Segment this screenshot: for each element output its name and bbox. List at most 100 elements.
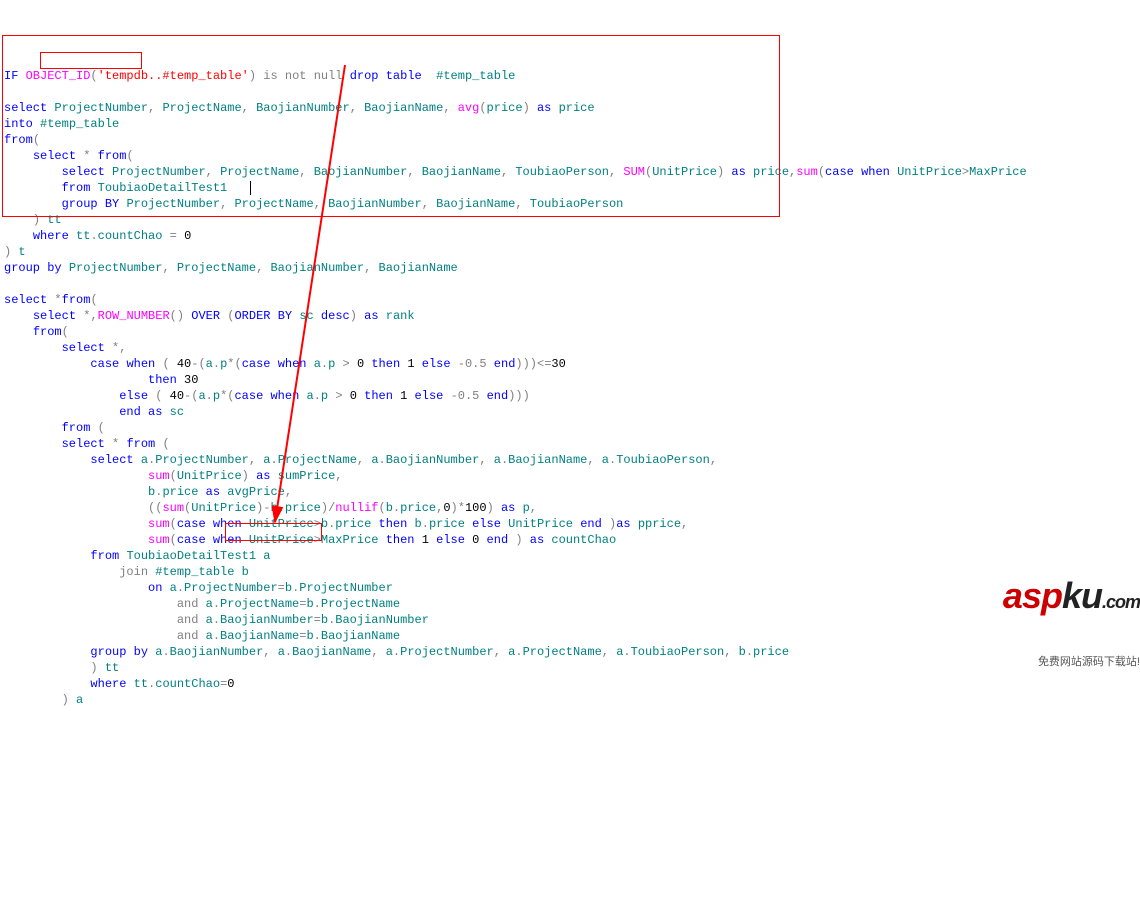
id: b [306, 629, 313, 643]
id: BaojianName [321, 629, 400, 643]
id: p [328, 357, 335, 371]
num: 1 [422, 533, 429, 547]
p: ) [90, 661, 97, 675]
id: MaxPrice [969, 165, 1027, 179]
kw: end [580, 517, 602, 531]
fn: sum [162, 501, 184, 515]
logo-asp: asp [1003, 575, 1062, 616]
op: *( [227, 357, 241, 371]
num: 0 [184, 229, 191, 243]
kw: from [62, 421, 91, 435]
id: UnitPrice [177, 469, 242, 483]
id: price [429, 517, 465, 531]
fn: sum [796, 165, 818, 179]
p: ) [487, 501, 494, 515]
id: BaojianName [364, 101, 443, 115]
kw: end [119, 405, 141, 419]
logo-com: .com [1102, 592, 1140, 612]
p: ( [479, 101, 486, 115]
op: > [314, 533, 321, 547]
id: BaojianNumber [314, 165, 408, 179]
id: countChao [98, 229, 163, 243]
id: a [602, 453, 609, 467]
kw: case [90, 357, 119, 371]
c: , [90, 309, 97, 323]
op: )/ [321, 501, 335, 515]
id: UnitPrice [652, 165, 717, 179]
id: price [753, 645, 789, 659]
kw: else [119, 389, 148, 403]
kw: from [62, 181, 91, 195]
id: #temp_table [155, 565, 234, 579]
p: ( [379, 501, 386, 515]
id: #temp_table [436, 69, 515, 83]
id: t [18, 245, 25, 259]
num: 0 [357, 357, 364, 371]
op: > [962, 165, 969, 179]
fn: sum [148, 517, 170, 531]
kw: as [616, 517, 630, 531]
kw: as [537, 101, 551, 115]
kw: and [177, 629, 199, 643]
kw: case [177, 517, 206, 531]
dot: . [285, 645, 292, 659]
kw: group [4, 261, 40, 275]
dot: . [515, 645, 522, 659]
kw: end [487, 533, 509, 547]
id: price [753, 165, 789, 179]
kw: as [256, 469, 270, 483]
kw: on [148, 581, 162, 595]
kw: as [206, 485, 220, 499]
kw: when [213, 517, 242, 531]
c: , [724, 645, 731, 659]
id: UnitPrice [508, 517, 573, 531]
id: rank [386, 309, 415, 323]
dot: . [314, 597, 321, 611]
kw: when [278, 357, 307, 371]
id: ProjectNumber [54, 101, 148, 115]
logo-ku: ku [1062, 575, 1102, 616]
p: ( [162, 357, 169, 371]
p: ( [33, 133, 40, 147]
dot: . [177, 581, 184, 595]
id: ProjectName [234, 197, 313, 211]
id: ProjectName [220, 597, 299, 611]
id: UnitPrice [191, 501, 256, 515]
dot: . [213, 357, 220, 371]
c: , [263, 645, 270, 659]
id: MaxPrice [321, 533, 379, 547]
op: *( [220, 389, 234, 403]
p: ( [155, 389, 162, 403]
kw: else [472, 517, 501, 531]
num: 30 [551, 357, 565, 371]
id: price [335, 517, 371, 531]
p: ( [162, 437, 169, 451]
star: * [112, 437, 119, 451]
c: , [501, 165, 508, 179]
op: > [314, 517, 321, 531]
watermark-logo: aspku.com 免费网站源码下载站! [967, 540, 1140, 686]
kw: select [90, 453, 133, 467]
c: , [357, 453, 364, 467]
kw: case [234, 389, 263, 403]
id: a [141, 453, 148, 467]
kw: from [90, 549, 119, 563]
id: ProjectNumber [299, 581, 393, 595]
id: a [314, 357, 321, 371]
id: price [285, 501, 321, 515]
c: , [148, 101, 155, 115]
kw: OVER [191, 309, 220, 323]
id: b [242, 565, 249, 579]
id: ToubiaoDetailTest1 [98, 181, 228, 195]
p: ( [62, 325, 69, 339]
c: , [206, 165, 213, 179]
op: not [285, 69, 307, 83]
id: ToubiaoPerson [515, 165, 609, 179]
id: a [206, 629, 213, 643]
kw: else [436, 533, 465, 547]
id: BaojianNumber [386, 453, 480, 467]
p: ( [90, 293, 97, 307]
num: 1 [400, 389, 407, 403]
id: ProjectName [177, 261, 256, 275]
kw: drop [350, 69, 379, 83]
